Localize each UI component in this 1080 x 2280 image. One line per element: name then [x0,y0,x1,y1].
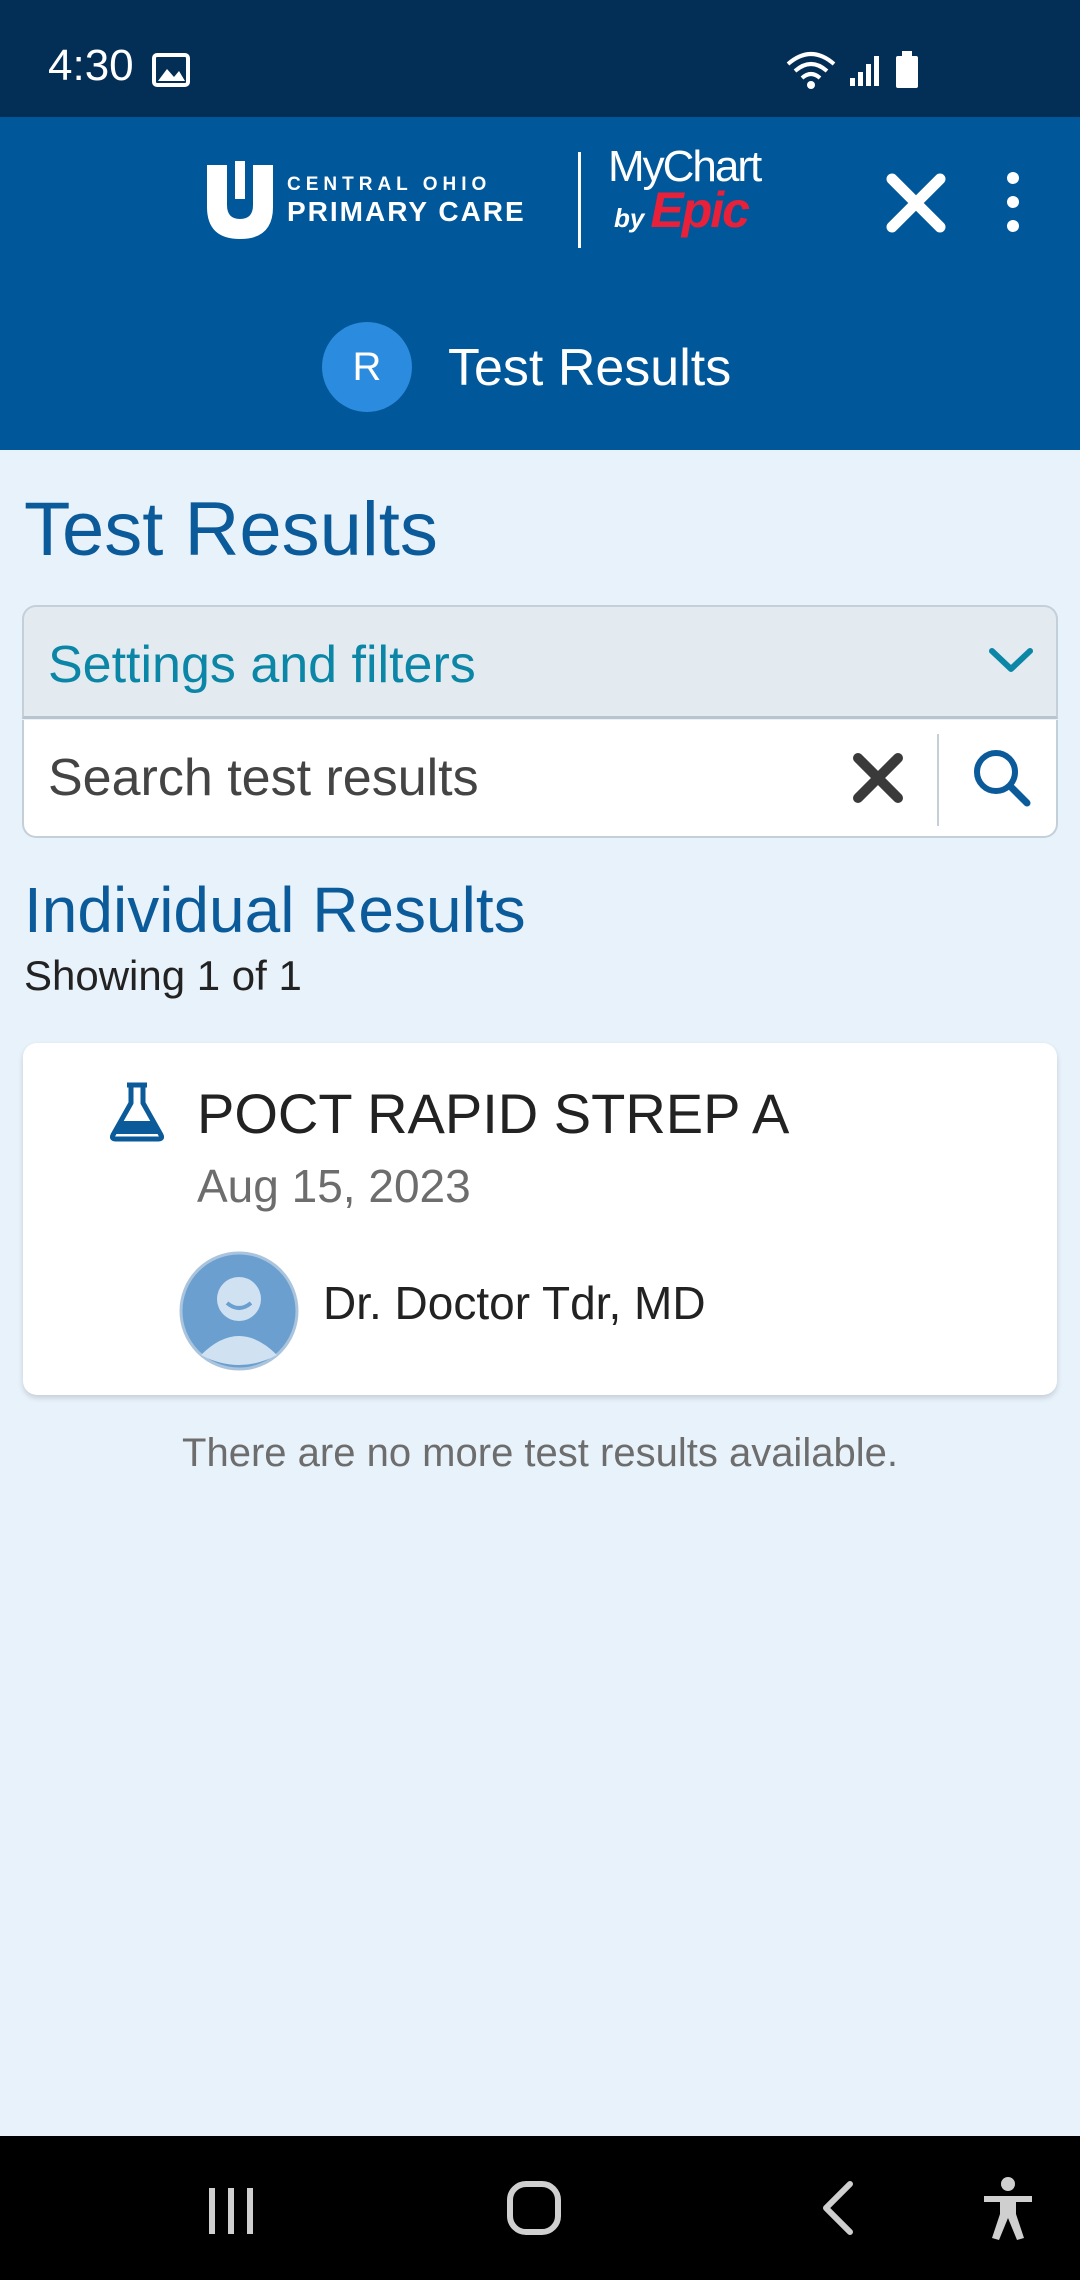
status-bar: 4:30 [0,0,1080,117]
clear-icon [853,753,903,803]
result-date: Aug 15, 2023 [197,1160,471,1212]
epic-logo: Epic [650,182,750,238]
system-nav-bar [0,2136,1080,2280]
battery-icon [894,51,920,94]
result-count: Showing 1 of 1 [24,952,302,999]
settings-and-filters-toggle[interactable]: Settings and filters [22,605,1058,719]
mychart-logo: MyChart by Epic [608,145,762,238]
org-logo-small-text: CENTRAL OHIO [287,173,492,195]
accessibility-icon[interactable] [980,2176,1036,2247]
search-separator [937,734,939,826]
no-more-results-text: There are no more test results available… [182,1431,898,1475]
clear-search-button[interactable] [850,750,906,811]
more-options-button[interactable] [995,172,1031,232]
more-dot [1007,196,1019,208]
search-icon [974,750,1031,807]
search-box [22,720,1058,838]
page-title: Test Results [24,487,438,572]
org-logo: CENTRAL OHIO PRIMARY CARE [205,159,526,241]
cell-signal-icon [848,52,884,93]
gallery-icon [152,53,190,92]
recents-icon[interactable] [205,2186,257,2241]
filters-label: Settings and filters [48,636,476,694]
status-time: 4:30 [48,41,134,90]
search-button[interactable] [970,746,1032,813]
result-name: POCT RAPID STREP A [197,1082,790,1145]
logo-divider [578,152,581,248]
provider-name: Dr. Doctor Tdr, MD [323,1277,706,1329]
search-input[interactable] [48,748,818,808]
org-logo-big-text: PRIMARY CARE [287,195,526,227]
chevron-down-icon [988,645,1034,680]
more-dot [1007,220,1019,232]
flask-icon [107,1081,167,1148]
org-logo-mark-icon [207,161,273,239]
close-icon [886,173,946,233]
close-button[interactable] [880,167,952,239]
patient-avatar[interactable]: R [322,322,412,412]
back-icon[interactable] [818,2180,858,2241]
status-icons [784,50,920,95]
section-title: Individual Results [24,874,526,946]
app-header: CENTRAL OHIO PRIMARY CARE MyChart by Epi… [0,117,1080,450]
result-card[interactable]: POCT RAPID STREP A Aug 15, 2023 Dr. Doct… [23,1043,1057,1395]
mychart-logo-by: by [614,203,645,233]
home-icon[interactable] [506,2180,562,2241]
more-dot [1007,172,1019,184]
header-title: Test Results [448,339,732,397]
provider-avatar-icon [179,1251,299,1371]
wifi-icon [784,50,838,95]
